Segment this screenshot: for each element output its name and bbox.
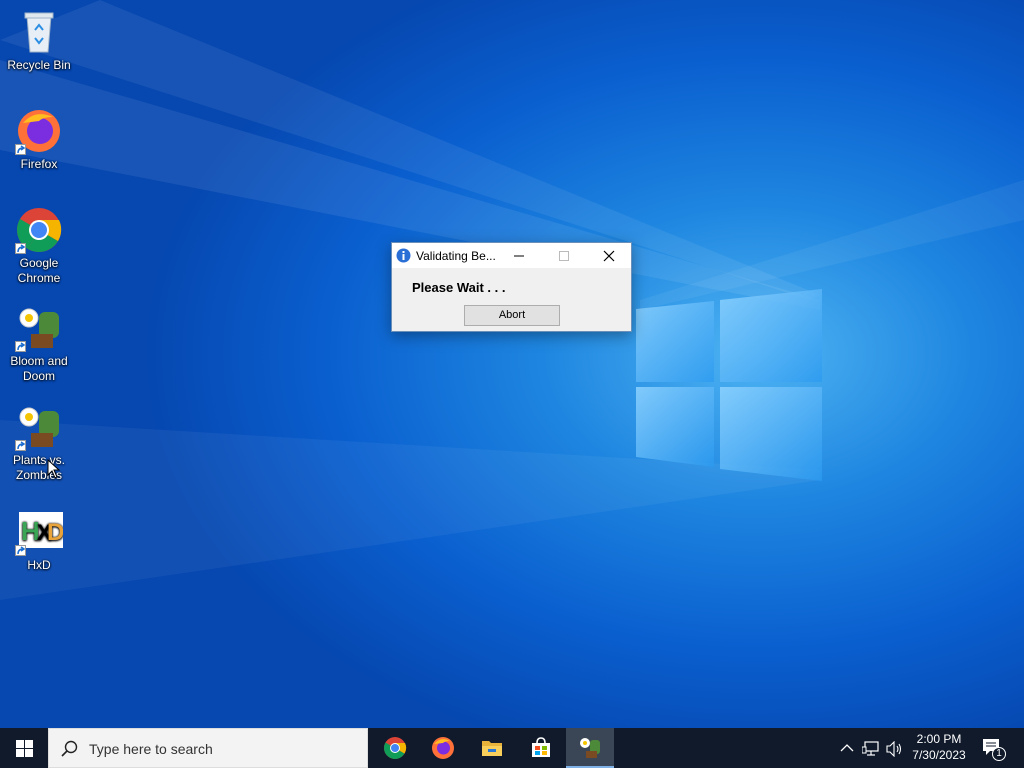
close-button[interactable] <box>586 243 631 268</box>
wallpaper-light-beams <box>0 0 1024 600</box>
shortcut-arrow-icon <box>15 243 26 254</box>
chrome-icon <box>384 737 407 759</box>
show-hidden-icons-button[interactable] <box>836 728 856 768</box>
desktop-icon-label: Recycle Bin <box>7 58 71 72</box>
close-icon <box>603 250 615 262</box>
start-button[interactable] <box>0 728 48 768</box>
desktop-icon-label: HxD <box>27 558 51 572</box>
minimize-button[interactable] <box>496 243 541 268</box>
taskbar-app-file-explorer[interactable] <box>468 728 516 768</box>
action-center-button[interactable]: 1 <box>980 728 1020 768</box>
taskbar-search-box[interactable]: Type here to search <box>48 728 368 768</box>
desktop-icon-label: Google Chrome <box>17 256 61 285</box>
info-icon <box>396 248 411 266</box>
taskbar-app-chrome[interactable] <box>371 728 419 768</box>
network-icon <box>862 741 879 756</box>
desktop-icon-bloom-and-doom[interactable]: Bloom and Doom <box>4 300 74 384</box>
maximize-icon <box>559 251 569 261</box>
abort-button[interactable]: Abort <box>464 305 560 326</box>
dialog-message: Please Wait . . . <box>412 280 506 295</box>
desktop-icon-hxd[interactable]: H X D HxD <box>4 504 74 573</box>
desktop-icon-firefox[interactable]: Firefox <box>4 103 74 172</box>
firefox-icon <box>432 737 454 759</box>
folder-icon <box>482 741 502 756</box>
clock-time: 2:00 PM <box>916 732 962 746</box>
plants-game-icon <box>580 738 600 758</box>
search-placeholder: Type here to search <box>89 741 213 757</box>
volume-tray-button[interactable] <box>884 728 906 768</box>
chrome-icon <box>15 206 63 254</box>
store-icon <box>532 737 550 757</box>
shortcut-arrow-icon <box>15 144 26 155</box>
maximize-button[interactable] <box>541 243 586 268</box>
minimize-icon <box>514 255 524 257</box>
desktop-icon-label: Firefox <box>20 157 58 171</box>
network-tray-button[interactable] <box>860 728 882 768</box>
plants-game-icon <box>15 403 63 451</box>
chevron-up-icon <box>840 744 854 752</box>
windows-logo-wallpaper <box>636 289 822 481</box>
windows-start-icon <box>16 740 33 757</box>
dialog-title: Validating Be... <box>416 249 496 263</box>
desktop-icon-recycle-bin[interactable]: Recycle Bin <box>4 4 74 73</box>
taskbar: Type here to search 2:00 PM 7/30/2023 1 <box>0 728 1024 768</box>
shortcut-arrow-icon <box>15 545 26 556</box>
search-icon <box>61 740 78 757</box>
speaker-icon <box>886 741 902 757</box>
validating-dialog: Validating Be... Please Wait . . . Abort <box>391 242 632 332</box>
mouse-cursor-icon <box>47 459 61 479</box>
desktop-icon-label: Bloom and Doom <box>10 354 68 383</box>
dialog-titlebar[interactable]: Validating Be... <box>392 243 631 268</box>
svg-text:D: D <box>47 519 63 546</box>
firefox-icon <box>15 107 63 155</box>
shortcut-arrow-icon <box>15 341 26 352</box>
taskbar-app-store[interactable] <box>517 728 565 768</box>
taskbar-app-firefox[interactable] <box>419 728 467 768</box>
taskbar-clock[interactable]: 2:00 PM 7/30/2023 <box>906 731 972 763</box>
desktop-icon-plants-vs-zombies[interactable]: Plants vs. Zombies <box>4 399 74 483</box>
notification-count-badge: 1 <box>992 747 1006 761</box>
shortcut-arrow-icon <box>15 440 26 451</box>
hxd-icon: H X D <box>15 508 64 556</box>
desktop-icon-google-chrome[interactable]: Google Chrome <box>4 202 74 286</box>
clock-date: 7/30/2023 <box>912 748 966 762</box>
recycle-bin-icon <box>15 8 63 56</box>
taskbar-app-plants-game[interactable] <box>566 728 614 768</box>
plants-game-icon <box>15 304 63 352</box>
